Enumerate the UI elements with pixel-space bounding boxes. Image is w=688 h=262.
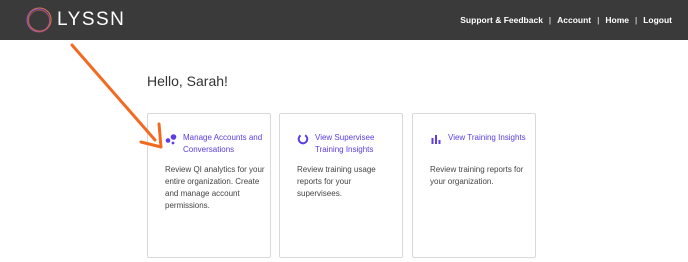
nav-separator: | (548, 15, 552, 25)
card-supervisee-insights[interactable]: View Supervisee Training Insights Review… (279, 113, 403, 258)
card-header[interactable]: View Training Insights (430, 132, 538, 145)
nav-account[interactable]: Account (557, 15, 591, 25)
card-title-link[interactable]: Manage Accounts and Conversations (183, 132, 273, 156)
card-header[interactable]: View Supervisee Training Insights (297, 132, 405, 156)
nav-support-feedback[interactable]: Support & Feedback (460, 15, 543, 25)
lyssn-logo[interactable]: LYSSN (24, 3, 125, 37)
top-navigation-bar: LYSSN Support & Feedback | Account | Hom… (0, 0, 688, 40)
card-header[interactable]: Manage Accounts and Conversations (165, 132, 273, 156)
nav-logout[interactable]: Logout (643, 15, 672, 25)
nav-home[interactable]: Home (605, 15, 629, 25)
nav-separator: | (634, 15, 638, 25)
card-training-insights[interactable]: View Training Insights Review training r… (412, 113, 536, 258)
card-title-link[interactable]: View Training Insights (448, 132, 538, 144)
page-greeting: Hello, Sarah! (147, 73, 228, 89)
card-description: Review training reports for your organiz… (430, 165, 524, 186)
card-manage-accounts[interactable]: Manage Accounts and Conversations Review… (147, 113, 271, 258)
brand-name: LYSSN (57, 9, 126, 30)
nav-separator: | (597, 15, 600, 25)
header-nav: Support & Feedback | Account | Home | Lo… (460, 0, 672, 40)
progress-ring-icon (297, 133, 309, 145)
bar-chart-icon (431, 135, 441, 144)
card-description: Review training usage reports for your s… (297, 165, 376, 198)
card-title-link[interactable]: View Supervisee Training Insights (315, 132, 405, 156)
accounts-icon (165, 134, 177, 145)
card-description: Review QI analytics for your entire orga… (165, 165, 265, 210)
lyssn-logo-icon (26, 7, 52, 33)
